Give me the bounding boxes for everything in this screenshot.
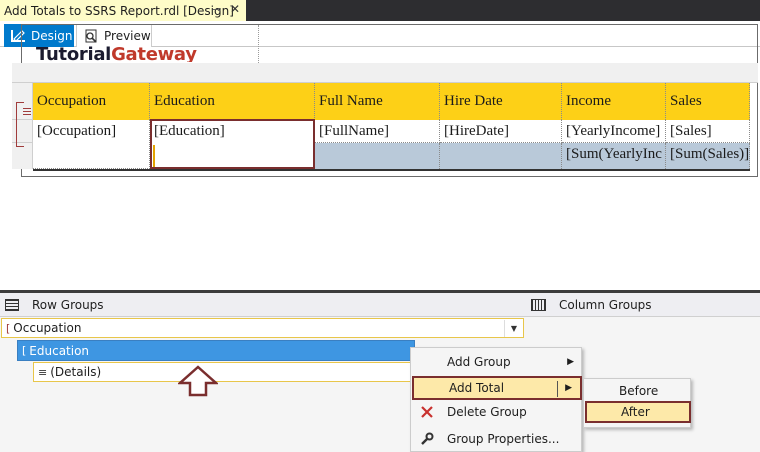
details-group-indicator: [23, 106, 31, 122]
menu-item-add-total[interactable]: Add Total ▶: [412, 376, 582, 400]
grouping-pane-header: Row Groups Column Groups: [0, 293, 760, 317]
row-group-label: Occupation: [13, 321, 82, 335]
header-education[interactable]: Education: [150, 83, 315, 120]
group-bracket-icon: [: [6, 321, 11, 335]
cell-income[interactable]: [YearlyIncome]: [562, 120, 666, 143]
document-tab-title: Add Totals to SSRS Report.rdl [Design]: [4, 3, 234, 18]
column-handles[interactable]: [12, 63, 758, 83]
row-group-details[interactable]: ≡ (Details): [33, 362, 415, 382]
header-hire-date[interactable]: Hire Date: [440, 83, 562, 120]
row-group-education[interactable]: [ Education: [17, 340, 415, 361]
header-income[interactable]: Income: [562, 83, 666, 120]
submenu-item-before[interactable]: Before: [585, 380, 691, 402]
menu-item-label: Add Group: [447, 355, 511, 369]
submenu-separator: [557, 381, 558, 397]
row-group-label: Education: [29, 343, 90, 358]
tablix[interactable]: Occupation Education Full Name Hire Date…: [12, 63, 758, 171]
row-groups-header: Row Groups: [5, 298, 104, 312]
row-group-label: (Details): [50, 365, 102, 379]
total-full-name[interactable]: [315, 143, 440, 169]
education-cell-highlight: [150, 119, 315, 169]
details-icon: ≡: [38, 365, 48, 379]
total-hire-date[interactable]: [440, 143, 562, 169]
menu-item-add-group[interactable]: Add Group ▶: [412, 350, 582, 374]
context-menu: Add Group ▶ Add Total ▶ Delete Group Gro…: [410, 347, 582, 452]
group-bracket-icon: [: [22, 344, 27, 357]
total-sales[interactable]: [Sum(Sales)]: [666, 143, 750, 169]
header-sales[interactable]: Sales: [666, 83, 750, 120]
menu-item-delete-group[interactable]: Delete Group: [412, 400, 582, 424]
add-total-submenu: Before After: [583, 378, 691, 428]
menu-item-label: Add Total: [449, 381, 505, 395]
wrench-icon: [419, 431, 435, 447]
cell-occupation[interactable]: [Occupation]: [33, 120, 150, 169]
header-full-name[interactable]: Full Name: [315, 83, 440, 120]
column-groups-header: Column Groups: [531, 298, 652, 312]
column-groups-title: Column Groups: [559, 298, 652, 312]
cell-sales[interactable]: [Sales]: [666, 120, 750, 143]
row-groups-title: Row Groups: [32, 298, 104, 312]
column-groups-icon: [531, 299, 546, 311]
menu-item-label: Group Properties...: [447, 432, 560, 446]
up-arrow-annotation: [178, 365, 218, 397]
menu-item-label: Delete Group: [447, 405, 527, 419]
document-tab-bar: Add Totals to SSRS Report.rdl [Design] ⊸…: [0, 0, 760, 21]
cell-hire-date[interactable]: [HireDate]: [440, 120, 562, 143]
document-tab[interactable]: Add Totals to SSRS Report.rdl [Design] ⊸…: [0, 0, 246, 21]
chevron-right-icon: ▶: [567, 357, 574, 367]
cell-full-name[interactable]: [FullName]: [315, 120, 440, 143]
chevron-right-icon: ▶: [565, 383, 572, 393]
submenu-item-after[interactable]: After: [585, 401, 691, 423]
header-occupation[interactable]: Occupation: [33, 83, 150, 120]
resize-handle: [153, 145, 155, 167]
close-icon[interactable]: ✕: [230, 2, 240, 16]
total-income[interactable]: [Sum(YearlyInc: [562, 143, 666, 169]
chevron-down-icon[interactable]: ▼: [504, 320, 523, 337]
row-groups-icon: [5, 299, 19, 311]
delete-icon: [419, 404, 435, 420]
menu-item-group-properties[interactable]: Group Properties...: [412, 427, 582, 451]
tablix-bottom-border: [33, 169, 750, 171]
tutorial-gateway-logo: TutorialGateway: [36, 44, 197, 62]
report-designer-window: Add Totals to SSRS Report.rdl [Design] ⊸…: [0, 0, 760, 452]
pin-icon[interactable]: ⊸: [212, 3, 221, 16]
row-group-occupation[interactable]: [ Occupation: [1, 318, 524, 338]
